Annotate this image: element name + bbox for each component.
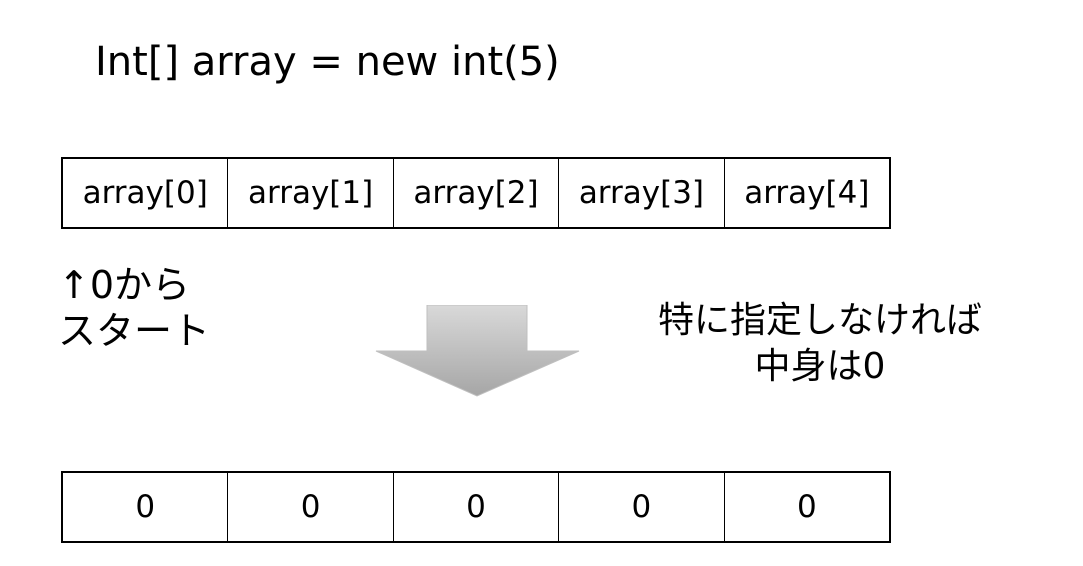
start-note-line-2: スタート (58, 309, 211, 353)
code-title: Int[] array = new int(5) (95, 39, 560, 85)
start-note: ↑0から スタート (58, 262, 210, 354)
value-cell-2: 0 (392, 473, 558, 541)
index-row: array[0] array[1] array[2] array[3] arra… (61, 157, 891, 229)
start-note-line-1: ↑0から (58, 263, 191, 307)
down-arrow-icon (375, 305, 580, 397)
value-cell-4: 0 (723, 473, 889, 541)
default-note: 特に指定しなければ 中身は0 (610, 298, 1030, 390)
index-cell-3: array[3] (558, 159, 723, 227)
index-cell-0: array[0] (82, 175, 208, 211)
default-note-line-2: 中身は0 (754, 346, 886, 387)
value-row: 0 0 0 0 0 (61, 471, 891, 543)
index-cell-4: array[4] (723, 159, 889, 227)
value-cell-3: 0 (558, 473, 723, 541)
value-cell-0: 0 (135, 489, 156, 525)
value-cell-1: 0 (227, 473, 392, 541)
index-cell-1: array[1] (227, 159, 392, 227)
index-cell-2: array[2] (392, 159, 558, 227)
default-note-line-1: 特に指定しなければ (657, 300, 982, 341)
